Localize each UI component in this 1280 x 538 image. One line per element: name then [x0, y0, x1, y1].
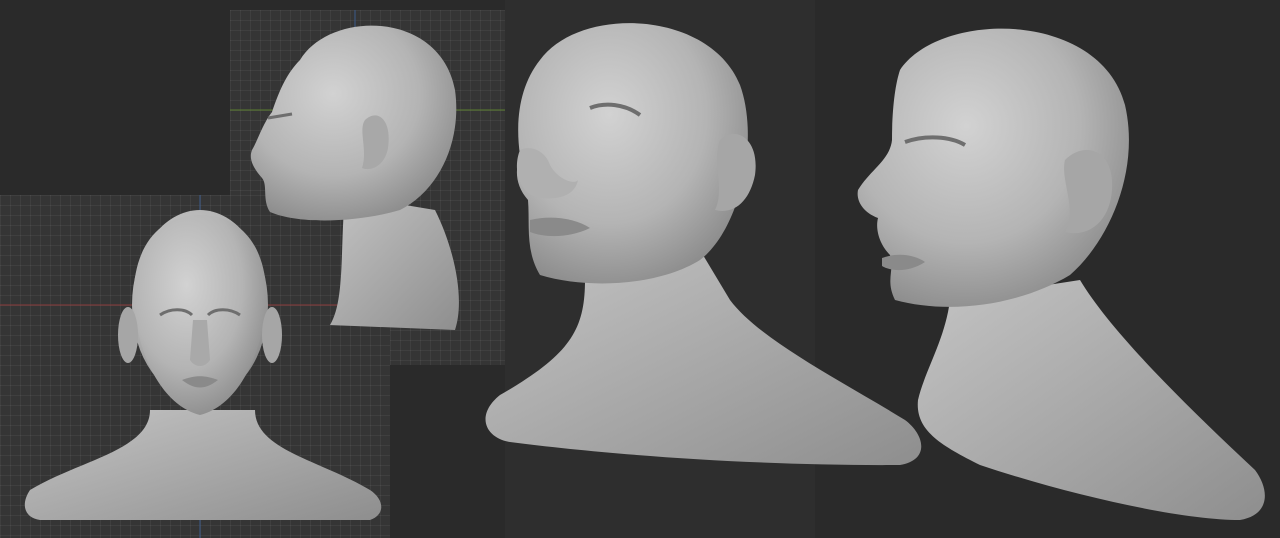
head-side-view [250, 25, 459, 330]
sculpt-reference-canvas [0, 0, 1280, 538]
head-front-view [24, 210, 382, 520]
sculpt-models [24, 23, 1265, 520]
head-three-quarter-left [485, 23, 922, 466]
